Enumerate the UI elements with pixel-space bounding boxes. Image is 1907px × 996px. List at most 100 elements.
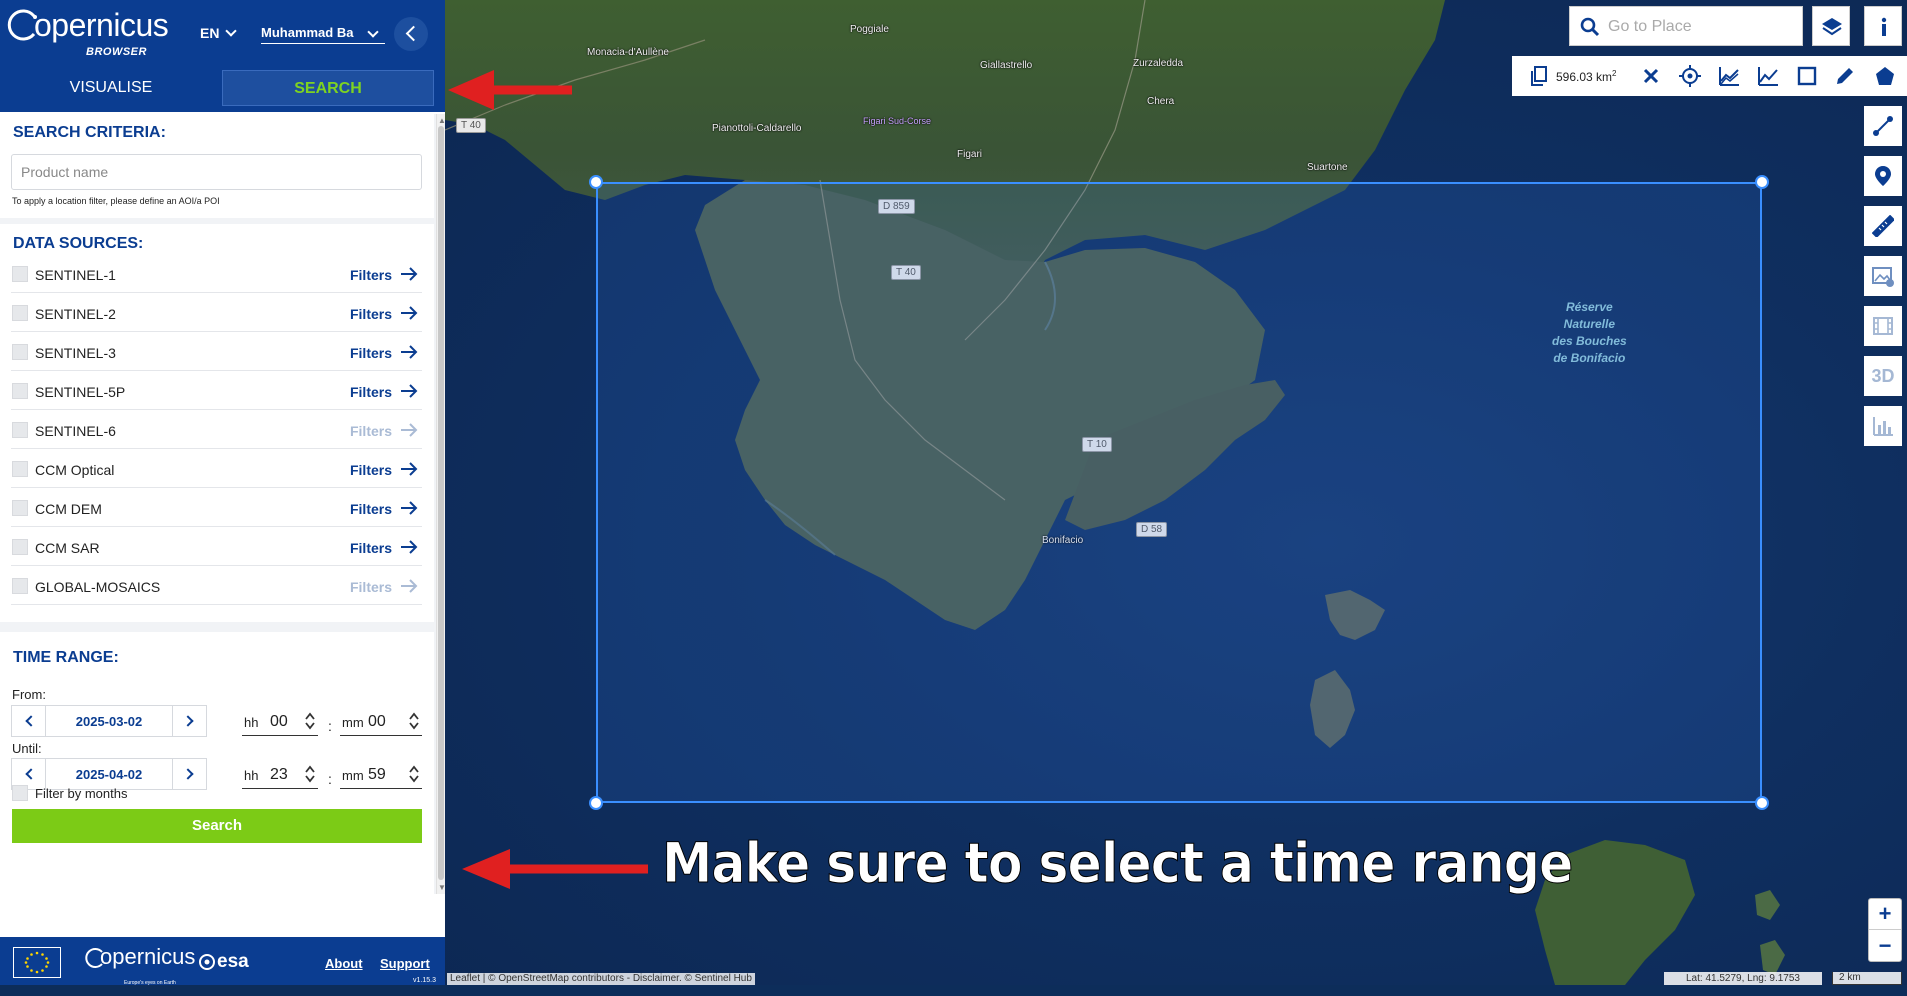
arrow-right-icon[interactable]	[400, 461, 418, 477]
checkbox[interactable]	[12, 461, 28, 477]
data-source-sentinel-5p: SENTINEL-5P Filters	[11, 371, 422, 410]
arrow-right-icon[interactable]	[400, 539, 418, 555]
aoi-rectangle[interactable]	[596, 182, 1762, 803]
next-day-button[interactable]	[172, 759, 206, 789]
esa-logo-text: esa	[217, 951, 249, 972]
close-icon[interactable]	[1640, 65, 1662, 87]
sidebar: opernicus BROWSER EN Muhammad Ba VISUALI…	[0, 0, 446, 986]
aoi-toolbar: 596.03 km2	[1512, 56, 1907, 96]
arrow-right-icon[interactable]	[400, 383, 418, 399]
checkbox[interactable]	[12, 305, 28, 321]
image-download-button[interactable]	[1864, 256, 1902, 296]
polygon-icon[interactable]	[1874, 65, 1896, 87]
checkbox[interactable]	[12, 500, 28, 516]
zoom-in-button[interactable]: +	[1869, 899, 1901, 930]
go-to-place-input[interactable]	[1608, 15, 1798, 39]
data-source-label: SENTINEL-2	[35, 306, 116, 322]
layers-button[interactable]	[1812, 6, 1850, 46]
checkbox[interactable]	[12, 422, 28, 438]
until-minute-input[interactable]: mm 59	[340, 759, 422, 789]
map-attribution[interactable]: Leaflet | © OpenStreetMap contributors -…	[447, 973, 755, 985]
image-download-icon	[1872, 267, 1894, 287]
arrow-right-icon	[401, 423, 418, 437]
chevron-right-icon	[182, 768, 194, 780]
road-tag-t40: T 40	[456, 118, 486, 133]
measure-button[interactable]	[1864, 206, 1902, 246]
language-value: EN	[200, 25, 220, 41]
aoi-handle[interactable]	[589, 175, 603, 189]
checkbox[interactable]	[12, 578, 28, 594]
checkbox[interactable]	[12, 344, 28, 360]
annotation-arrow-search-tab	[448, 70, 572, 110]
support-link[interactable]: Support	[380, 956, 430, 971]
search-criteria-section: SEARCH CRITERIA: To apply a location fil…	[0, 114, 434, 218]
filters-link[interactable]: Filters	[350, 267, 392, 283]
map-label-zurzaledda: Zurzaledda	[1133, 58, 1184, 69]
checkbox[interactable]	[12, 383, 28, 399]
collapse-sidebar-button[interactable]	[394, 17, 428, 51]
filters-link[interactable]: Filters	[350, 384, 392, 400]
from-hour-input[interactable]: hh 00	[242, 706, 318, 736]
spinner-icon[interactable]	[305, 711, 315, 731]
crosshair-icon[interactable]	[1679, 65, 1701, 87]
scrollbar-thumb[interactable]	[438, 126, 444, 880]
tab-visualise[interactable]: VISUALISE	[0, 70, 222, 106]
tab-search[interactable]: SEARCH	[222, 70, 434, 106]
spinner-icon[interactable]	[305, 764, 315, 784]
filters-link[interactable]: Filters	[350, 540, 392, 556]
spinner-icon[interactable]	[409, 711, 419, 731]
info-button[interactable]	[1864, 6, 1902, 46]
language-select[interactable]: EN	[200, 25, 238, 41]
time-range-section: TIME RANGE: From: 2025-03-02 hh 00 : mm …	[0, 632, 434, 894]
arrow-right-icon[interactable]	[400, 266, 418, 282]
zoom-out-button[interactable]: −	[1869, 931, 1901, 962]
time-range-title: TIME RANGE:	[13, 649, 119, 666]
until-hour-input[interactable]: hh 23	[242, 759, 318, 789]
about-link[interactable]: About	[325, 956, 363, 971]
aoi-handle[interactable]	[1755, 175, 1769, 189]
draw-line-button[interactable]	[1864, 106, 1902, 146]
aoi-handle[interactable]	[589, 796, 603, 810]
place-marker-button[interactable]	[1864, 156, 1902, 196]
aoi-handle[interactable]	[1755, 796, 1769, 810]
checkbox[interactable]	[12, 539, 28, 555]
area-chart-icon[interactable]	[1718, 65, 1740, 87]
sidebar-scrollbar[interactable]: ▲ ▼	[436, 114, 446, 894]
sidebar-footer: opernicus Europe's eyes on Earth esa Abo…	[0, 937, 445, 986]
user-menu[interactable]: Muhammad Ba	[261, 25, 385, 44]
esa-circle-icon	[199, 954, 215, 970]
checkbox[interactable]	[12, 266, 28, 282]
chevron-left-icon	[405, 25, 422, 42]
from-minute-input[interactable]: mm 00	[340, 706, 422, 736]
map-pin-icon	[1875, 166, 1891, 186]
histogram-button[interactable]	[1864, 406, 1902, 446]
rectangle-icon[interactable]	[1796, 65, 1818, 87]
filters-link: Filters	[349, 423, 392, 439]
arrow-right-icon[interactable]	[400, 500, 418, 516]
filters-link[interactable]: Filters	[350, 306, 392, 322]
from-date-value[interactable]: 2025-03-02	[46, 714, 172, 729]
filters-link[interactable]: Filters	[350, 501, 392, 517]
line-chart-icon[interactable]	[1757, 65, 1779, 87]
product-name-input[interactable]	[11, 154, 422, 190]
chevron-down-icon	[367, 26, 379, 38]
search-button[interactable]: Search	[12, 809, 422, 843]
pencil-icon[interactable]	[1834, 65, 1856, 87]
go-to-place-search	[1569, 6, 1803, 46]
next-day-button[interactable]	[172, 706, 206, 736]
timelapse-button[interactable]	[1864, 306, 1902, 346]
filter-by-months-checkbox[interactable]	[12, 785, 28, 801]
arrow-right-icon[interactable]	[400, 305, 418, 321]
copy-icon[interactable]	[1528, 65, 1550, 87]
spinner-icon[interactable]	[409, 764, 419, 784]
filters-link[interactable]: Filters	[350, 462, 392, 478]
data-source-sentinel-2: SENTINEL-2 Filters	[11, 293, 422, 332]
3d-view-button[interactable]: 3D	[1864, 356, 1902, 396]
previous-day-button[interactable]	[12, 706, 46, 736]
filters-link[interactable]: Filters	[350, 345, 392, 361]
data-source-label: SENTINEL-1	[35, 267, 116, 283]
from-minute-value: 00	[368, 713, 386, 730]
until-date-value[interactable]: 2025-04-02	[46, 767, 172, 782]
arrow-right-icon[interactable]	[400, 344, 418, 360]
scale-bar: 2 km	[1832, 972, 1902, 985]
